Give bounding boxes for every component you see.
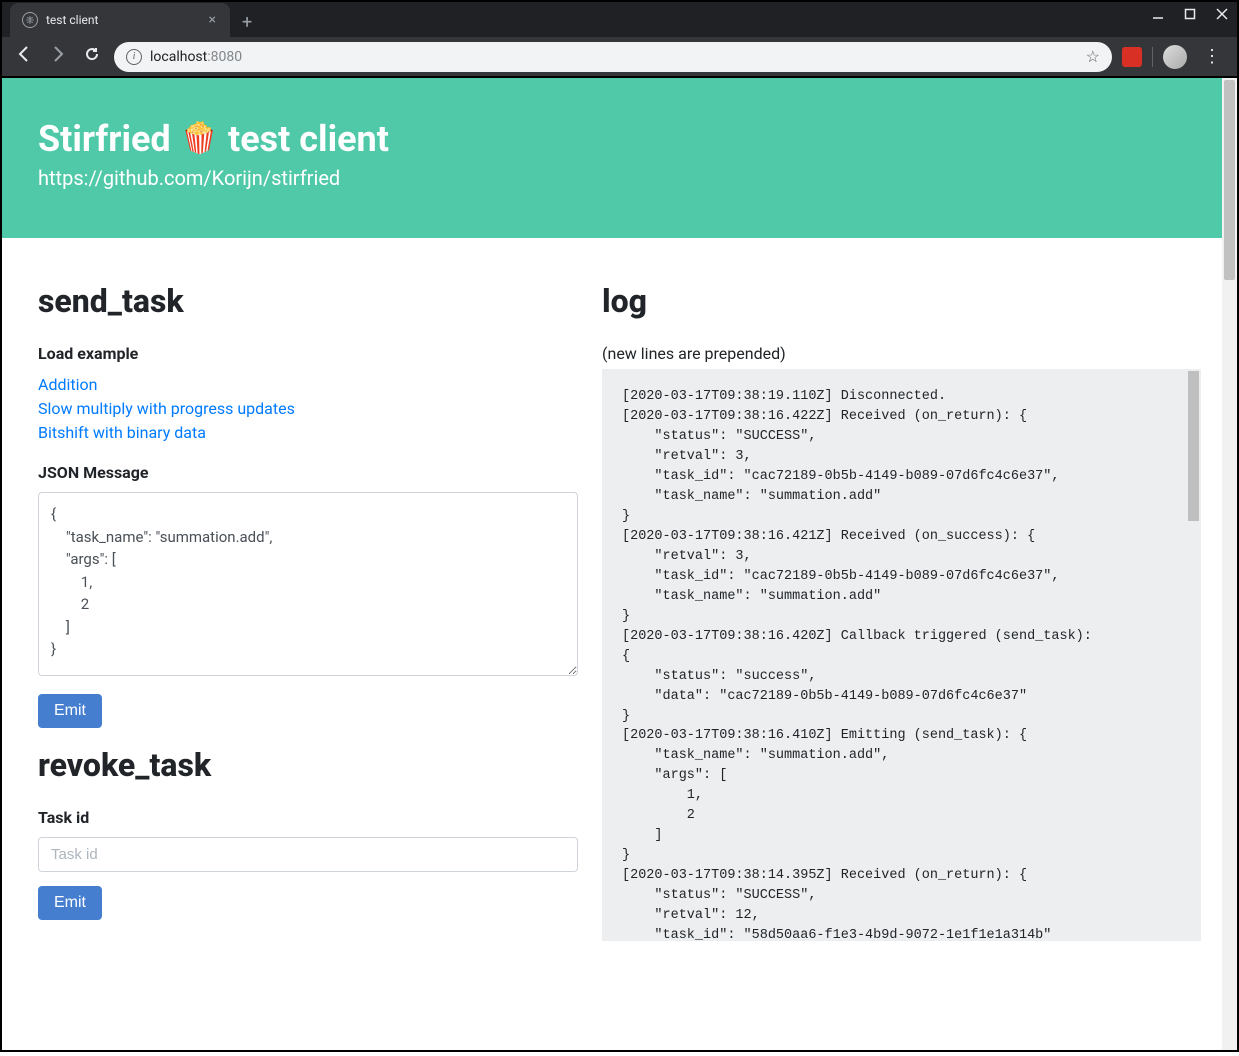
popcorn-icon: 🍿 (181, 124, 218, 154)
header-banner: Stirfried 🍿 test client https://github.c… (2, 78, 1237, 238)
log-heading: log (602, 282, 1201, 320)
reload-button[interactable] (80, 45, 104, 68)
example-link-bitshift[interactable]: Bitshift with binary data (38, 421, 578, 445)
close-icon[interactable]: × (207, 10, 218, 30)
log-hint: (new lines are prepended) (602, 344, 1201, 363)
json-message-textarea[interactable] (38, 492, 578, 676)
forward-button[interactable] (46, 45, 70, 68)
load-example-label: Load example (38, 344, 578, 363)
nav-bar: i localhost:8080 ☆ ⋮ (2, 37, 1237, 76)
tab-bar: test client × + (2, 2, 1237, 37)
main-content: send_task Load example Addition Slow mul… (2, 238, 1237, 961)
url-text: localhost:8080 (150, 49, 1078, 65)
title-prefix: Stirfried (38, 118, 171, 160)
title-suffix: test client (228, 118, 389, 160)
example-link-slow-multiply[interactable]: Slow multiply with progress updates (38, 397, 578, 421)
json-message-label: JSON Message (38, 463, 578, 482)
bookmark-star-icon[interactable]: ☆ (1086, 47, 1100, 66)
log-scrollbar-thumb[interactable] (1188, 371, 1199, 521)
left-column: send_task Load example Addition Slow mul… (38, 282, 578, 941)
url-host: localhost (150, 49, 207, 65)
globe-icon (22, 12, 38, 28)
revoke-task-emit-button[interactable]: Emit (38, 886, 102, 920)
log-content: [2020-03-17T09:38:19.110Z] Disconnected.… (622, 389, 1100, 941)
info-icon[interactable]: i (126, 49, 142, 65)
page-viewport: Stirfried 🍿 test client https://github.c… (0, 78, 1239, 1052)
close-window-button[interactable] (1215, 8, 1229, 24)
extension-icon[interactable] (1122, 47, 1142, 67)
url-port: :8080 (207, 49, 242, 65)
send-task-emit-button[interactable]: Emit (38, 694, 102, 728)
page-scrollbar[interactable] (1222, 78, 1237, 1050)
example-link-addition[interactable]: Addition (38, 373, 578, 397)
task-id-input[interactable] (38, 837, 578, 872)
browser-chrome: test client × + i local (0, 0, 1239, 78)
profile-avatar[interactable] (1163, 45, 1187, 69)
revoke-task-heading: revoke_task (38, 746, 578, 784)
menu-button[interactable]: ⋮ (1197, 46, 1227, 67)
window-controls (1151, 8, 1229, 24)
log-output[interactable]: [2020-03-17T09:38:19.110Z] Disconnected.… (602, 369, 1201, 941)
back-button[interactable] (12, 45, 36, 68)
tab-title: test client (46, 13, 199, 27)
divider (1152, 47, 1153, 67)
task-id-label: Task id (38, 808, 578, 827)
address-bar[interactable]: i localhost:8080 ☆ (114, 42, 1112, 72)
send-task-heading: send_task (38, 282, 578, 320)
page-scrollbar-thumb[interactable] (1224, 80, 1235, 280)
page-title: Stirfried 🍿 test client (38, 118, 1201, 160)
minimize-button[interactable] (1151, 8, 1165, 24)
page-subtitle: https://github.com/Korijn/stirfried (38, 166, 1201, 190)
browser-tab[interactable]: test client × (10, 3, 230, 37)
right-column: log (new lines are prepended) [2020-03-1… (602, 282, 1201, 941)
new-tab-button[interactable]: + (230, 7, 264, 37)
example-links: Addition Slow multiply with progress upd… (38, 373, 578, 445)
maximize-button[interactable] (1183, 8, 1197, 24)
